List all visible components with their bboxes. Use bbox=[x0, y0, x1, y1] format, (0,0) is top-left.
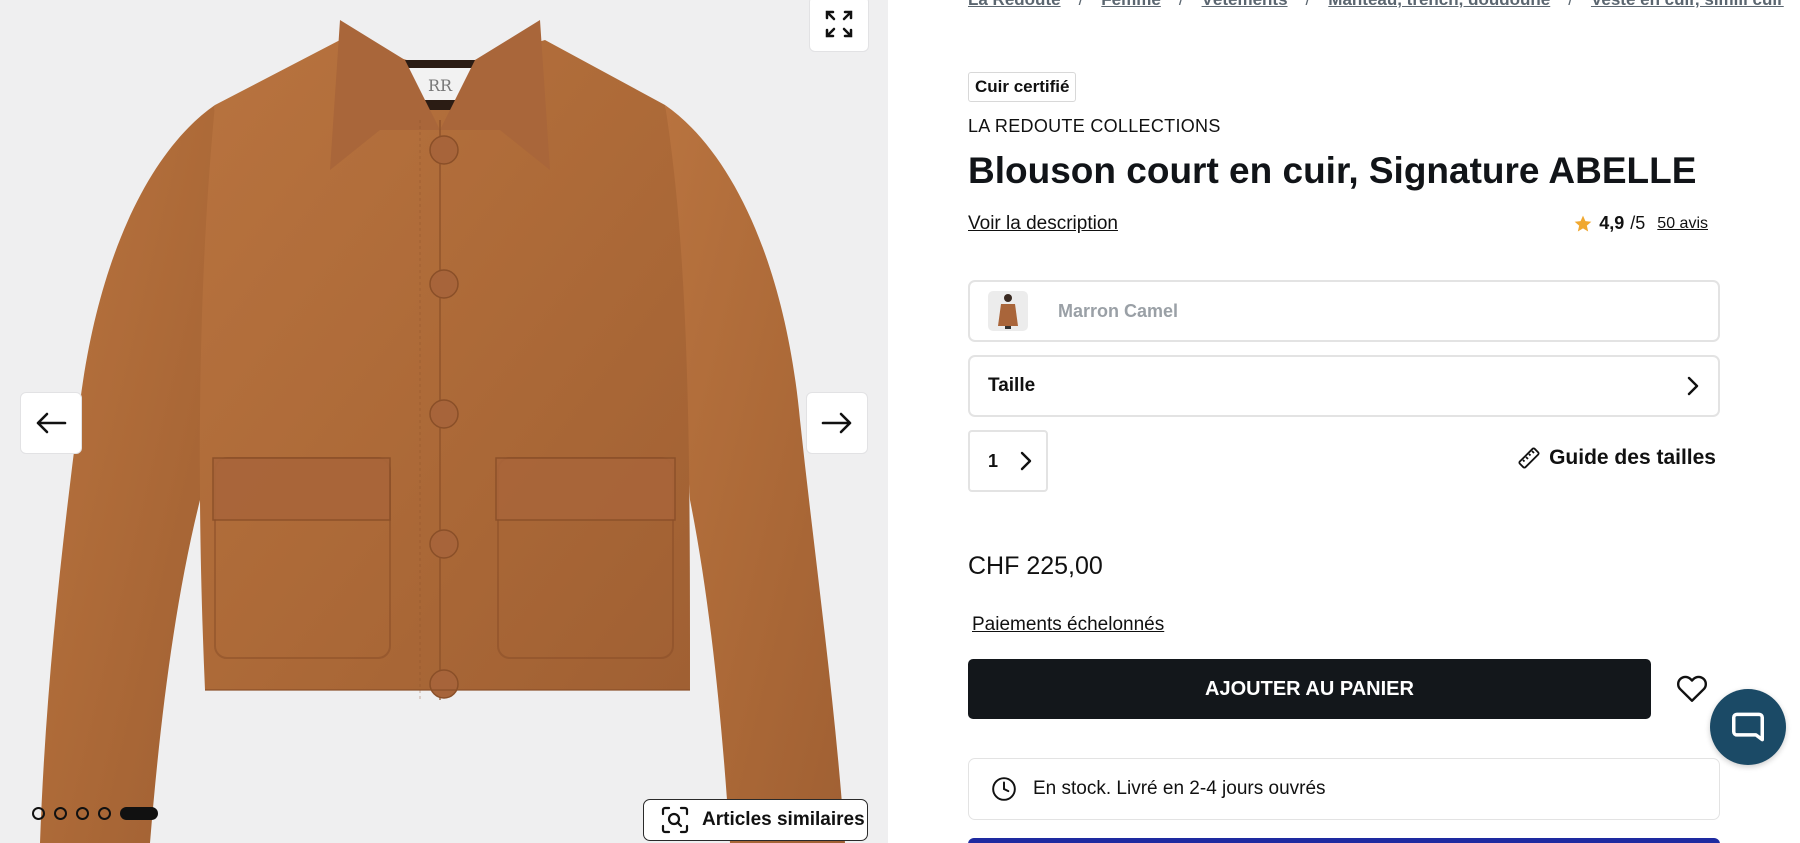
product-title: Blouson court en cuir, Signature ABELLE bbox=[968, 150, 1697, 191]
add-to-cart-button[interactable]: AJOUTER AU PANIER bbox=[968, 659, 1651, 719]
svg-text:RR: RR bbox=[428, 76, 453, 95]
installments-link[interactable]: Paiements échelonnés bbox=[972, 614, 1164, 636]
selected-color-name: Marron Camel bbox=[1058, 300, 1179, 321]
pagination-dot-active[interactable] bbox=[120, 807, 158, 820]
product-gallery: RR Articles similaires bbox=[0, 0, 888, 843]
breadcrumb-link[interactable]: La Redoute bbox=[968, 0, 1061, 10]
breadcrumb-separator: / bbox=[1179, 0, 1184, 10]
visual-search-icon bbox=[660, 805, 690, 835]
certified-leather-badge: Cuir certifié bbox=[968, 72, 1077, 102]
stock-status: En stock. Livré en 2-4 jours ouvrés bbox=[968, 758, 1720, 820]
size-selector[interactable]: Taille bbox=[968, 355, 1720, 417]
color-selector[interactable]: Marron Camel bbox=[968, 280, 1720, 342]
quantity-value: 1 bbox=[988, 450, 999, 471]
previous-image-button[interactable] bbox=[20, 392, 82, 454]
rating-score: 4,9 bbox=[1599, 213, 1625, 233]
secondary-button-partial[interactable] bbox=[968, 838, 1720, 843]
similar-items-button[interactable]: Articles similaires bbox=[643, 799, 868, 841]
next-image-button[interactable] bbox=[806, 392, 868, 454]
color-swatch-thumbnail bbox=[988, 291, 1028, 331]
brand-name: LA REDOUTE COLLECTIONS bbox=[968, 116, 1221, 136]
chevron-right-icon bbox=[1020, 451, 1032, 471]
clock-icon bbox=[991, 776, 1017, 802]
pagination-dot[interactable] bbox=[98, 807, 111, 820]
see-description-link[interactable]: Voir la description bbox=[968, 213, 1118, 235]
star-icon bbox=[1573, 214, 1593, 234]
ruler-icon bbox=[1517, 446, 1541, 470]
breadcrumb-separator: / bbox=[1306, 0, 1311, 10]
arrow-left-icon bbox=[35, 411, 67, 435]
arrow-right-icon bbox=[821, 411, 853, 435]
product-price: CHF 225,00 bbox=[968, 552, 1103, 580]
reviews-link[interactable]: 50 avis bbox=[1657, 215, 1708, 233]
stock-text: En stock. Livré en 2-4 jours ouvrés bbox=[1033, 778, 1326, 799]
chat-button[interactable] bbox=[1710, 689, 1786, 765]
chat-icon bbox=[1729, 708, 1767, 746]
pagination-dot[interactable] bbox=[76, 807, 89, 820]
pagination-dot[interactable] bbox=[54, 807, 67, 820]
similar-items-label: Articles similaires bbox=[702, 809, 865, 830]
size-label: Taille bbox=[988, 375, 1036, 396]
product-details: La Redoute / Femme / Vêtements / Manteau… bbox=[888, 0, 1800, 843]
breadcrumb-link[interactable]: Vêtements bbox=[1202, 0, 1288, 10]
breadcrumb-link[interactable]: Veste en cuir, simili cuir bbox=[1591, 0, 1784, 10]
size-guide-label: Guide des tailles bbox=[1549, 446, 1716, 469]
breadcrumb-separator: / bbox=[1568, 0, 1573, 10]
chevron-right-icon bbox=[1686, 375, 1700, 397]
breadcrumb-link[interactable]: Manteau, trench, doudoune bbox=[1328, 0, 1550, 10]
product-rating: 4,9 /5 50 avis bbox=[1573, 213, 1708, 234]
breadcrumb: La Redoute / Femme / Vêtements / Manteau… bbox=[968, 0, 1784, 10]
breadcrumb-separator: / bbox=[1079, 0, 1084, 10]
pagination-dot[interactable] bbox=[32, 807, 45, 820]
fullscreen-button[interactable] bbox=[809, 0, 869, 52]
quantity-selector[interactable]: 1 bbox=[968, 430, 1048, 492]
image-pagination bbox=[32, 807, 158, 820]
expand-icon bbox=[824, 9, 854, 39]
product-image: RR bbox=[40, 20, 845, 843]
size-guide-link[interactable]: Guide des tailles bbox=[1517, 446, 1716, 470]
heart-icon[interactable] bbox=[1674, 670, 1710, 706]
rating-max: /5 bbox=[1630, 213, 1646, 233]
breadcrumb-link[interactable]: Femme bbox=[1101, 0, 1161, 10]
